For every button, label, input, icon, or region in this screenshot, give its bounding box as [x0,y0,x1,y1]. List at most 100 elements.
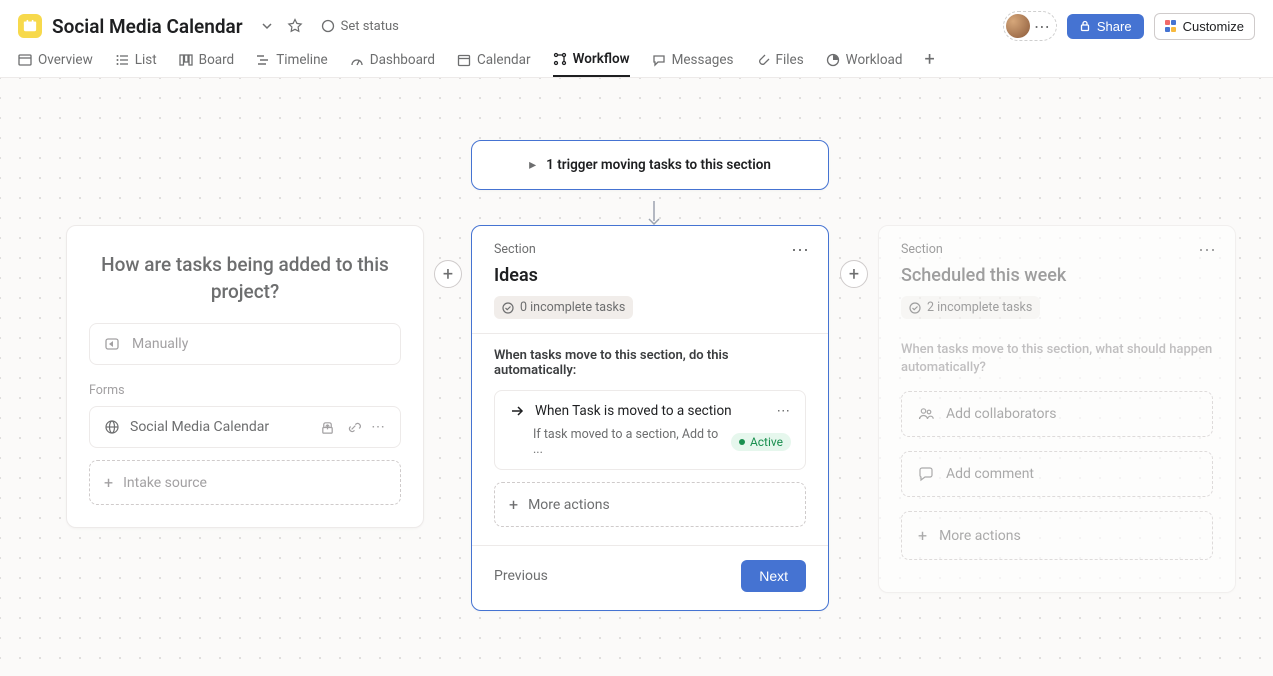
section-scheduled-badge[interactable]: 2 incomplete tasks [901,296,1040,319]
tab-workflow[interactable]: Workflow [553,42,630,77]
section-ideas-body: When tasks move to this section, do this… [472,333,828,545]
next-button[interactable]: Next [741,560,806,592]
add-comment[interactable]: Add comment [901,451,1213,497]
favorite-star[interactable] [283,14,307,38]
section-scheduled-title: Scheduled this week [901,265,1213,286]
check-circle-icon [909,302,921,314]
members[interactable]: ⋯ [1003,11,1057,41]
more-actions-label: More actions [939,528,1021,544]
section-ideas-title: Ideas [494,265,806,286]
connector-add-right[interactable]: + [840,260,868,288]
tab-dashboard[interactable]: Dashboard [350,42,435,77]
chevron-down-icon [261,20,273,32]
tab-dashboard-label: Dashboard [370,52,435,68]
add-comment-label: Add comment [946,466,1034,482]
tab-calendar[interactable]: Calendar [457,42,531,77]
tab-workload[interactable]: Workload [826,42,903,77]
comment-icon [918,466,934,482]
section-label: Section [901,242,1213,257]
people-icon [918,406,934,422]
tab-files-label: Files [776,52,804,68]
more-actions-ideas[interactable]: + More actions [494,482,806,527]
intake-form-row[interactable]: Social Media Calendar ⋯ [89,406,401,448]
tab-files[interactable]: Files [756,42,804,77]
forms-label: Forms [89,383,401,398]
calendar-glyph-icon [23,19,37,33]
section-ideas-card: ⋯ Section Ideas 0 incomplete tasks When … [471,225,829,611]
lock-icon [1079,20,1091,32]
customize-icon [1165,20,1177,32]
add-collaborators[interactable]: Add collaborators [901,391,1213,437]
tab-workflow-label: Workflow [573,51,630,67]
project-icon [18,14,42,38]
status-circle-icon [321,19,335,33]
section-scheduled-card: ⋯ Section Scheduled this week 2 incomple… [878,225,1236,593]
connector-add-left[interactable]: + [434,260,462,288]
more-actions-scheduled[interactable]: + More actions [901,511,1213,560]
section-label: Section [494,242,806,257]
plus-icon: + [918,526,927,545]
add-intake-source[interactable]: + Intake source [89,460,401,505]
avatar [1006,14,1030,38]
tab-messages-label: Messages [672,52,734,68]
form-name: Social Media Calendar [130,419,309,435]
set-status-button[interactable]: Set status [321,19,399,34]
share-button[interactable]: Share [1067,14,1144,39]
topbar-right: ⋯ Share Customize [1003,11,1255,41]
section-scheduled-more[interactable]: ⋯ [1198,240,1217,261]
title-dropdown[interactable] [255,14,279,38]
project-title: Social Media Calendar [52,15,243,38]
more-actions-label: More actions [528,497,610,513]
plus-icon: + [104,473,113,492]
section-ideas-badge[interactable]: 0 incomplete tasks [494,296,633,319]
tab-list-label: List [135,52,157,68]
rule-status-text: Active [750,435,783,449]
globe-icon [104,419,120,435]
topbar: Social Media Calendar Set status ⋯ Share… [0,0,1273,42]
rule-status: Active [731,433,791,451]
add-intake-label: Intake source [123,475,207,491]
trigger-card[interactable]: ▸ 1 trigger moving tasks to this section [471,140,829,190]
set-status-label: Set status [341,19,399,34]
section-ideas-more[interactable]: ⋯ [791,240,810,261]
automation-rule[interactable]: When Task is moved to a section ⋯ If tas… [494,390,806,470]
section-scheduled-body-heading: When tasks move to this section, what sh… [901,341,1213,377]
intake-manual-option[interactable]: Manually [89,323,401,365]
section-scheduled-badge-text: 2 incomplete tasks [927,300,1032,315]
tab-board[interactable]: Board [179,42,235,77]
intake-title: How are tasks being added to this projec… [89,252,401,305]
customize-label: Customize [1183,19,1244,34]
section-ideas-badge-text: 0 incomplete tasks [520,300,625,315]
tab-list[interactable]: List [115,42,157,77]
workflow-canvas[interactable]: How are tasks being added to this projec… [0,78,1273,676]
plus-icon: + [509,495,518,514]
share-label: Share [1097,19,1132,34]
form-more-icon[interactable]: ⋯ [371,419,386,435]
tab-overview[interactable]: Overview [18,42,93,77]
tab-messages[interactable]: Messages [652,42,734,77]
intake-card: How are tasks being added to this projec… [66,225,424,528]
previous-button[interactable]: Previous [494,568,548,584]
trigger-text: 1 trigger moving tasks to this section [546,157,771,173]
tab-timeline[interactable]: Timeline [256,42,328,77]
section-ideas-footer: Previous Next [472,545,828,610]
add-collab-label: Add collaborators [946,406,1056,422]
rule-desc: If task moved to a section, Add to ... [533,427,731,457]
check-circle-icon [502,302,514,314]
link-icon[interactable] [345,419,361,435]
tab-workload-label: Workload [846,52,903,68]
manual-icon [104,336,120,352]
section-ideas-body-heading: When tasks move to this section, do this… [494,348,806,378]
customize-button[interactable]: Customize [1154,13,1255,40]
star-icon [287,18,303,34]
tab-overview-label: Overview [38,52,93,68]
add-tab[interactable]: + [925,42,935,77]
section-ideas-header: ⋯ Section Ideas 0 incomplete tasks [472,226,828,333]
rule-more[interactable]: ⋯ [777,403,792,419]
tab-board-label: Board [199,52,235,68]
arrow-right-icon [509,403,525,419]
tab-timeline-label: Timeline [276,52,328,68]
share-form-icon[interactable] [319,419,335,435]
arrow-down-icon [648,201,660,227]
add-member-icon: ⋯ [1030,14,1054,38]
